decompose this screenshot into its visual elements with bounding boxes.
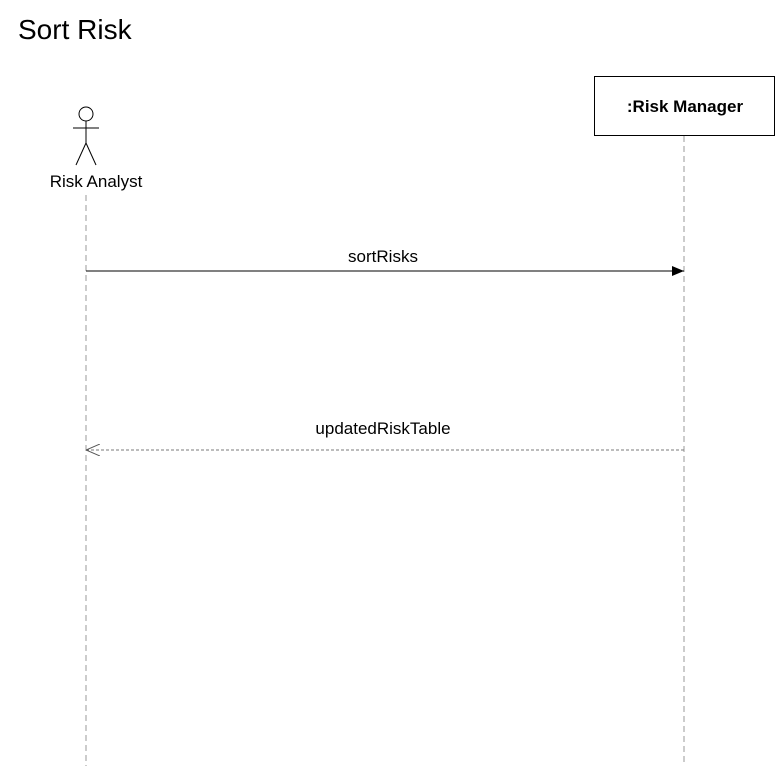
object-label: :Risk Manager bbox=[627, 97, 744, 116]
sequence-diagram: Risk Analyst :Risk Manager sortRisks upd… bbox=[50, 76, 775, 766]
message-sort-risks: sortRisks bbox=[86, 247, 684, 276]
actor-label: Risk Analyst bbox=[50, 172, 143, 191]
actor-risk-analyst: Risk Analyst bbox=[50, 106, 143, 191]
stick-figure-icon bbox=[73, 106, 99, 166]
object-risk-manager: :Risk Manager bbox=[594, 76, 775, 136]
message-label: updatedRiskTable bbox=[315, 419, 450, 438]
message-label: sortRisks bbox=[348, 247, 418, 266]
message-updated-risk-table: updatedRiskTable bbox=[86, 419, 684, 450]
